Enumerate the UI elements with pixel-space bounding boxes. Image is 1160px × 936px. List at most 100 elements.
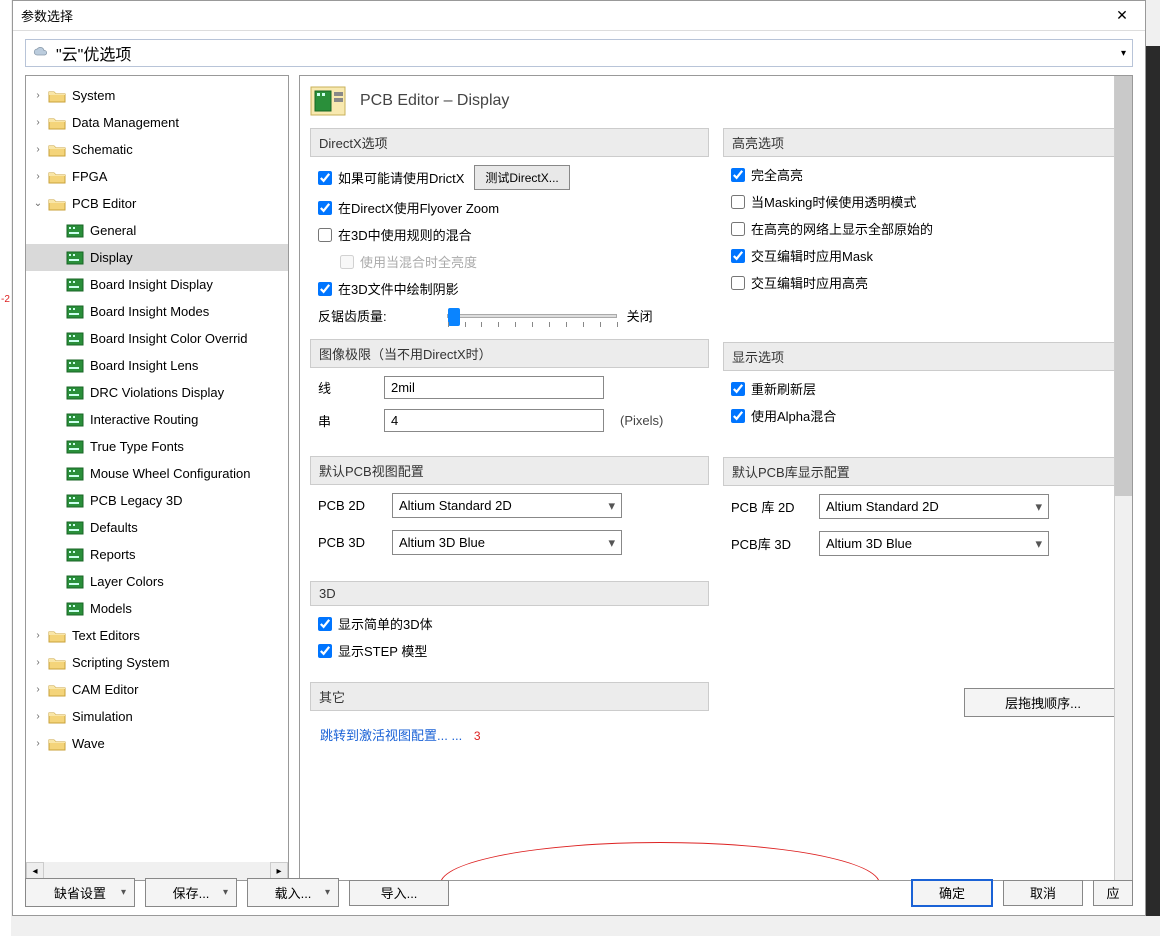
tree-item-models[interactable]: Models — [26, 595, 288, 622]
tree-item-simulation[interactable]: ›Simulation — [26, 703, 288, 730]
tree-item-pcb-editor[interactable]: ⌄PCB Editor — [26, 190, 288, 217]
group-title: DirectX选项 — [310, 128, 709, 157]
tree-item-cam-editor[interactable]: › CAM Editor — [26, 676, 288, 703]
group-3d: 3D 显示简单的3D体 显示STEP 模型 — [310, 581, 709, 672]
line-input[interactable] — [384, 376, 604, 399]
load-button[interactable]: 载入... — [247, 878, 339, 907]
tree-item-true-type-fonts[interactable]: True Type Fonts — [26, 433, 288, 460]
cancel-button[interactable]: 取消 — [1003, 880, 1083, 906]
tree-item-schematic[interactable]: ›Schematic — [26, 136, 288, 163]
import-button[interactable]: 导入... — [349, 880, 449, 906]
tree-item-mouse-wheel-configuration[interactable]: Mouse Wheel Configuration — [26, 460, 288, 487]
checkbox[interactable] — [731, 249, 745, 263]
checkbox[interactable] — [731, 195, 745, 209]
expand-icon[interactable]: ⌄ — [32, 198, 44, 209]
expand-icon[interactable]: › — [32, 657, 44, 668]
checkbox[interactable] — [318, 282, 332, 296]
tree-item-wave[interactable]: ›Wave — [26, 730, 288, 757]
pcb2d-select[interactable]: Altium Standard 2D — [392, 493, 622, 518]
expand-icon[interactable]: › — [32, 711, 44, 722]
checkbox[interactable] — [731, 222, 745, 236]
tree-item-label: CAM Editor — [72, 682, 138, 697]
save-button[interactable]: 保存... — [145, 878, 237, 907]
group-pcb-lib: 默认PCB库显示配置 PCB 库 2DAltium Standard 2D PC… — [723, 457, 1122, 572]
expand-icon[interactable]: › — [32, 90, 44, 101]
tree-item-board-insight-modes[interactable]: Board Insight Modes — [26, 298, 288, 325]
chk-alpha-blend[interactable]: 使用Alpha混合 — [731, 406, 1118, 425]
tree-item-drc-violations-display[interactable]: DRC Violations Display — [26, 379, 288, 406]
expand-icon[interactable]: › — [32, 684, 44, 695]
footer: 缺省设置 保存... 载入... 导入... 确定 取消 应 — [25, 878, 1133, 907]
chk-step-model[interactable]: 显示STEP 模型 — [318, 641, 705, 660]
apply-button[interactable]: 应 — [1093, 880, 1133, 906]
tree-item-label: System — [72, 88, 115, 103]
chk-flyover-zoom[interactable]: 在DirectX使用Flyover Zoom — [318, 198, 705, 217]
checkbox[interactable] — [318, 171, 332, 185]
checkbox[interactable] — [731, 382, 745, 396]
group-title: 3D — [310, 581, 709, 606]
expand-icon[interactable]: › — [32, 171, 44, 182]
tree-item-label: Board Insight Color Overrid — [90, 331, 248, 346]
tree-item-board-insight-color-overrid[interactable]: Board Insight Color Overrid — [26, 325, 288, 352]
chk-mask-transparent[interactable]: 当Masking时候使用透明模式 — [731, 192, 1118, 211]
tree-item-fpga[interactable]: ›FPGA — [26, 163, 288, 190]
page-title: PCB Editor – Display — [360, 92, 509, 110]
chk-apply-highlight[interactable]: 交互编辑时应用高亮 — [731, 273, 1118, 292]
chk-full-highlight[interactable]: 完全高亮 — [731, 165, 1118, 184]
tree-item-text-editors[interactable]: ›Text Editors — [26, 622, 288, 649]
chk-refresh-layers[interactable]: 重新刷新层 — [731, 379, 1118, 398]
string-input[interactable] — [384, 409, 604, 432]
expand-icon[interactable]: › — [32, 738, 44, 749]
tree-item-interactive-routing[interactable]: Interactive Routing — [26, 406, 288, 433]
titlebar: 参数选择 ✕ — [13, 1, 1145, 31]
checkbox[interactable] — [318, 228, 332, 242]
checkbox[interactable] — [318, 644, 332, 658]
group-directx: DirectX选项 如果可能请使用DrictX 测试DirectX... 在Di… — [310, 128, 709, 329]
expand-icon[interactable]: › — [32, 144, 44, 155]
tree-item-data-management[interactable]: ›Data Management — [26, 109, 288, 136]
annotation-number: 3 — [474, 729, 481, 743]
tree-item-defaults[interactable]: Defaults — [26, 514, 288, 541]
cloud-preferences-dropdown[interactable]: "云"优选项 ▾ — [25, 39, 1133, 67]
preferences-window: 参数选择 ✕ "云"优选项 ▾ ›System›Data Management›… — [12, 0, 1146, 916]
ok-button[interactable]: 确定 — [911, 879, 993, 907]
tree-item-system[interactable]: › System — [26, 82, 288, 109]
close-icon[interactable]: ✕ — [1107, 5, 1137, 27]
tree-item-display[interactable]: Display — [26, 244, 288, 271]
chk-mix-brightness: 使用当混合时全亮度 — [340, 252, 705, 271]
group-title: 其它 — [310, 682, 709, 711]
expand-icon[interactable]: › — [32, 630, 44, 641]
defaults-button[interactable]: 缺省设置 — [25, 878, 135, 907]
tree-item-layer-colors[interactable]: Layer Colors — [26, 568, 288, 595]
lib2d-select[interactable]: Altium Standard 2D — [819, 494, 1049, 519]
checkbox[interactable] — [731, 276, 745, 290]
checkbox[interactable] — [318, 201, 332, 215]
tree-item-reports[interactable]: Reports — [26, 541, 288, 568]
test-directx-button[interactable]: 测试DirectX... — [474, 165, 569, 190]
checkbox[interactable] — [318, 617, 332, 631]
expand-icon[interactable]: › — [32, 117, 44, 128]
tree-item-board-insight-display[interactable]: Board Insight Display — [26, 271, 288, 298]
antialias-slider[interactable] — [447, 314, 617, 318]
chk-3d-mix[interactable]: 在3D中使用规则的混合 — [318, 225, 705, 244]
checkbox[interactable] — [731, 168, 745, 182]
lib3d-select[interactable]: Altium 3D Blue — [819, 531, 1049, 556]
chk-simple-3d[interactable]: 显示简单的3D体 — [318, 614, 705, 633]
pcb-editor-icon — [310, 84, 346, 118]
chk-use-drictx[interactable]: 如果可能请使用DrictX 测试DirectX... — [318, 165, 705, 190]
pcb3d-select[interactable]: Altium 3D Blue — [392, 530, 622, 555]
tree-item-general[interactable]: General — [26, 217, 288, 244]
tree-item-scripting-system[interactable]: ›Scripting System — [26, 649, 288, 676]
tree-item-pcb-legacy-3d[interactable]: PCB Legacy 3D — [26, 487, 288, 514]
tree-item-board-insight-lens[interactable]: Board Insight Lens — [26, 352, 288, 379]
vertical-scrollbar[interactable] — [1114, 76, 1132, 880]
jump-to-view-config-link[interactable]: 跳转到激活视图配置... ... — [320, 728, 462, 743]
chk-show-all-primitives[interactable]: 在高亮的网络上显示全部原始的 — [731, 219, 1118, 238]
chk-apply-mask[interactable]: 交互编辑时应用Mask — [731, 246, 1118, 265]
tree-item-label: Interactive Routing — [90, 412, 198, 427]
pcb3d-label: PCB 3D — [318, 535, 382, 550]
pcb-page-icon — [66, 386, 84, 400]
checkbox[interactable] — [731, 409, 745, 423]
chk-3d-shadow[interactable]: 在3D文件中绘制阴影 — [318, 279, 705, 298]
layer-drag-order-button[interactable]: 层拖拽顺序... — [964, 688, 1122, 717]
